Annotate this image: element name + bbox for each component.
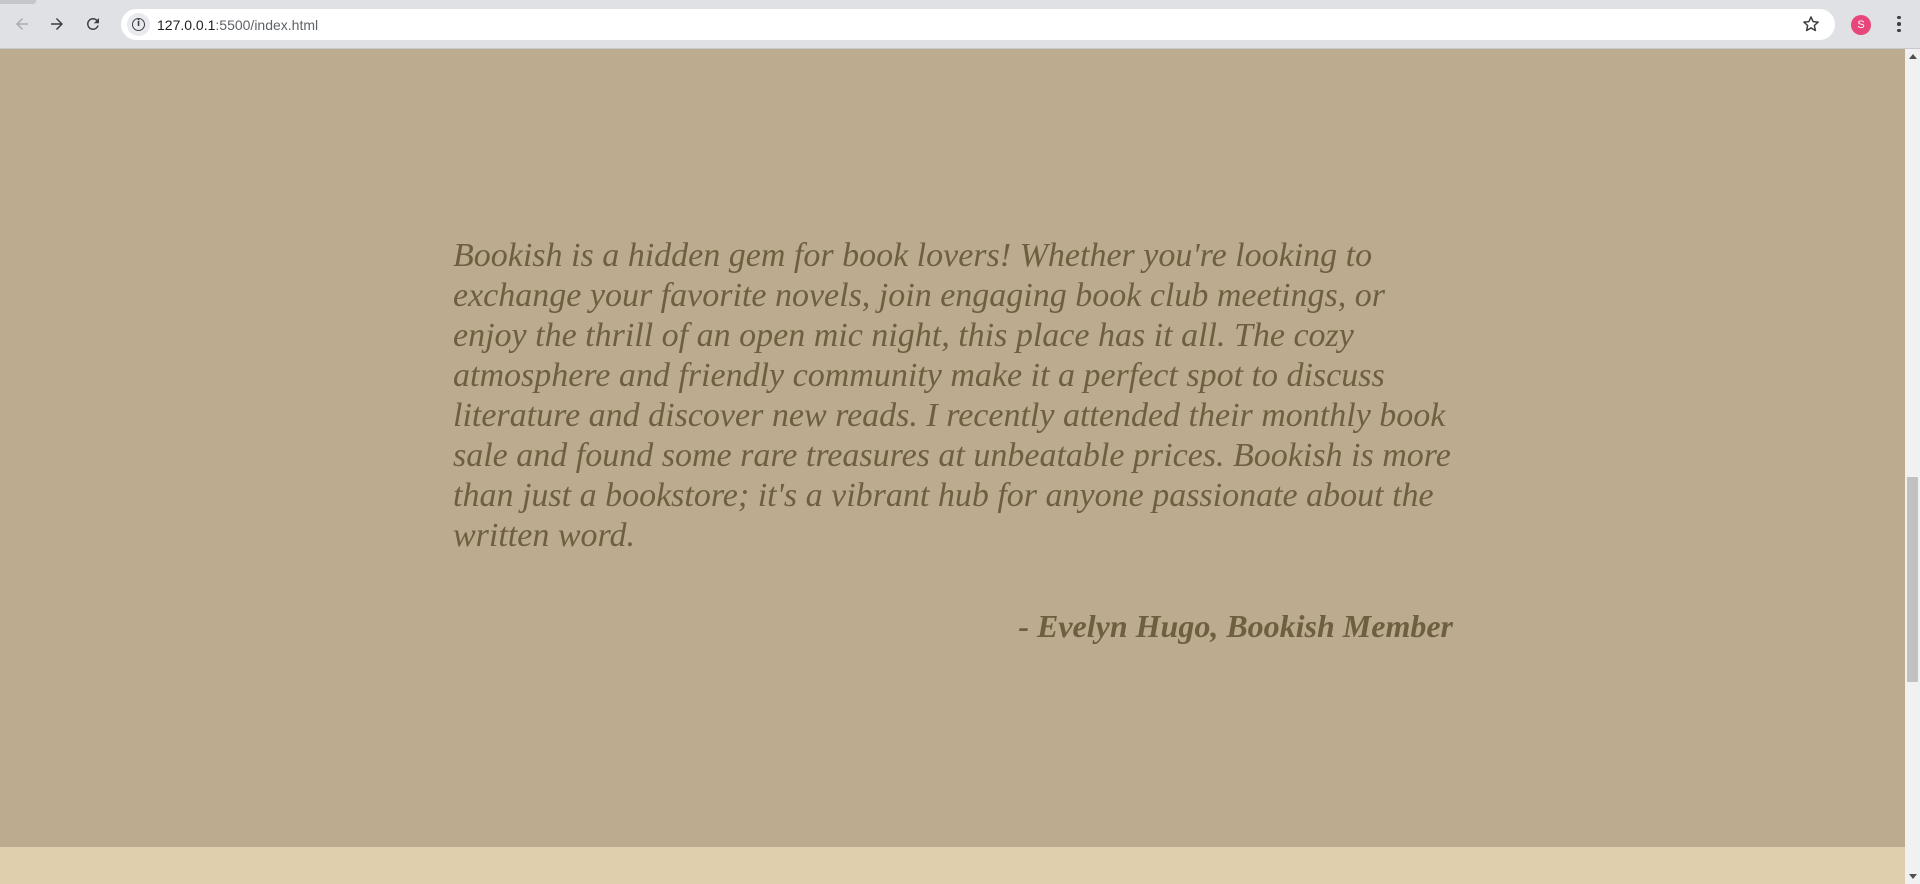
scroll-thumb[interactable] bbox=[1907, 477, 1918, 682]
url-text[interactable]: 127.0.0.1:5500/index.html bbox=[157, 17, 318, 33]
profile-avatar[interactable]: S bbox=[1851, 15, 1871, 35]
back-button[interactable] bbox=[8, 10, 36, 38]
forward-button[interactable] bbox=[43, 10, 71, 38]
tab-strip-edge bbox=[0, 0, 36, 4]
info-icon: i bbox=[132, 18, 145, 31]
browser-toolbar: i 127.0.0.1:5500/index.html S bbox=[0, 0, 1920, 49]
testimonial-quote: Bookish is a hidden gem for book lovers!… bbox=[453, 237, 1451, 554]
scroll-up-arrow[interactable] bbox=[1909, 54, 1917, 59]
url-host: 127.0.0.1 bbox=[157, 17, 216, 33]
star-icon[interactable] bbox=[1801, 14, 1821, 34]
address-bar[interactable]: i 127.0.0.1:5500/index.html bbox=[121, 9, 1835, 40]
reload-icon bbox=[86, 17, 99, 30]
arrow-right-icon bbox=[51, 18, 63, 30]
testimonial-author: - Evelyn Hugo, Bookish Member bbox=[1018, 608, 1453, 644]
vertical-scrollbar[interactable] bbox=[1905, 49, 1920, 884]
arrow-left-icon bbox=[16, 18, 28, 30]
testimonial-section: Bookish is a hidden gem for book lovers!… bbox=[0, 49, 1905, 847]
url-path: :5500/index.html bbox=[215, 17, 319, 33]
kebab-menu-icon[interactable] bbox=[1888, 12, 1910, 36]
reload-button[interactable] bbox=[79, 10, 107, 38]
site-info-button[interactable]: i bbox=[127, 13, 150, 36]
next-section bbox=[0, 847, 1905, 884]
page-viewport: Bookish is a hidden gem for book lovers!… bbox=[0, 49, 1905, 884]
scroll-down-arrow[interactable] bbox=[1909, 874, 1917, 879]
